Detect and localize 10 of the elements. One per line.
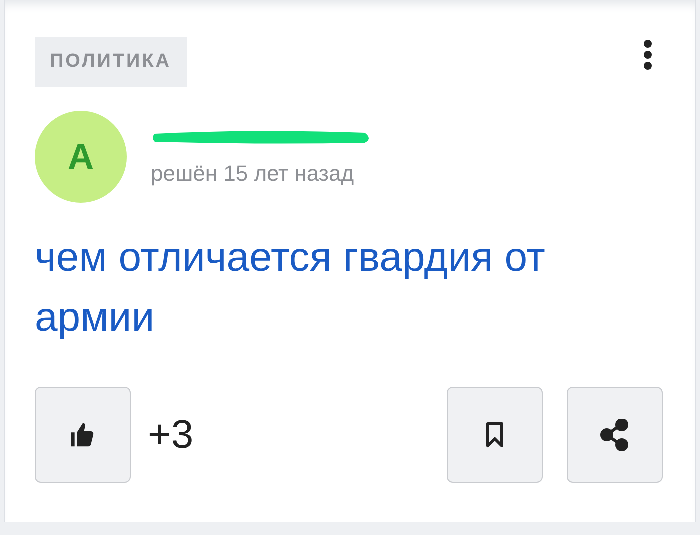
like-button[interactable] xyxy=(35,387,131,483)
share-button[interactable] xyxy=(567,387,663,483)
vote-count: +3 xyxy=(148,412,194,459)
solved-time: решён 15 лет назад xyxy=(151,160,356,188)
bookmark-button[interactable] xyxy=(447,387,543,483)
avatar: A xyxy=(35,111,127,203)
bookmark-icon xyxy=(485,421,505,449)
share-icon xyxy=(600,419,630,451)
more-options-icon[interactable] xyxy=(643,40,653,70)
question-title[interactable]: чем отличается гвардия от армии xyxy=(35,227,655,347)
